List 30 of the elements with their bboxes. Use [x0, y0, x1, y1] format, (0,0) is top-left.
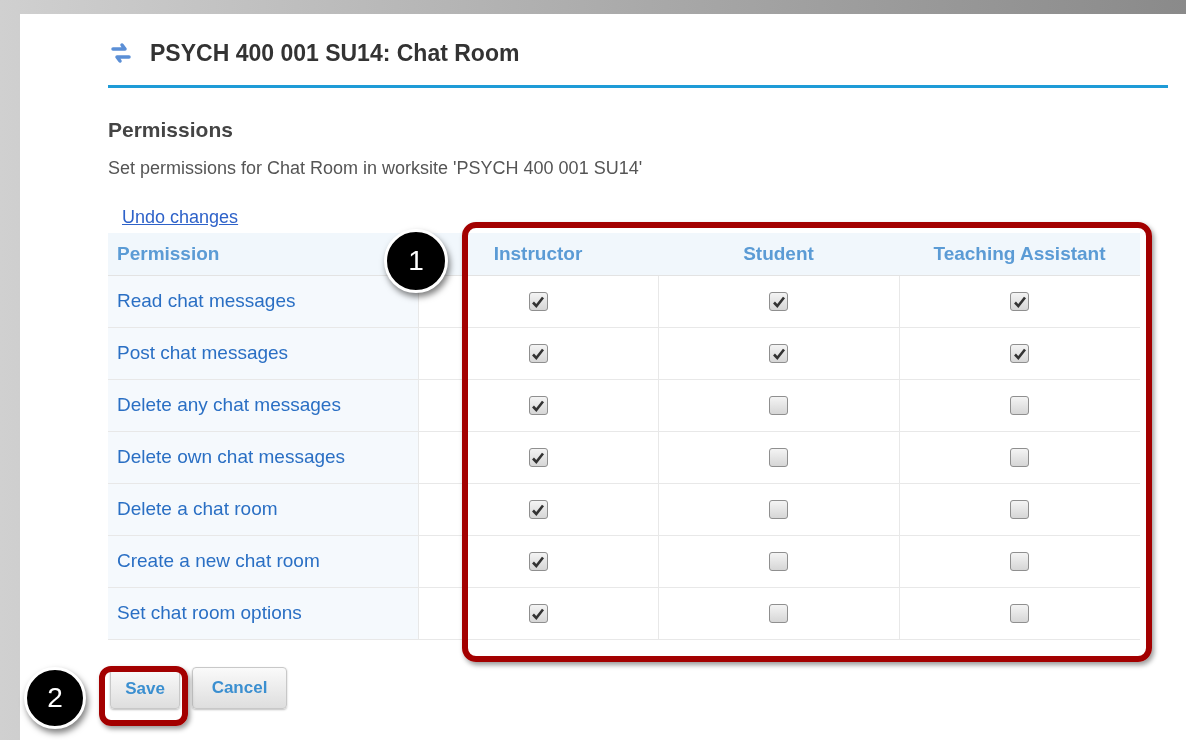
checkbox[interactable] — [528, 604, 548, 624]
checkbox[interactable] — [769, 448, 788, 468]
undo-changes-link[interactable]: Undo changes — [122, 204, 239, 231]
checkbox[interactable] — [528, 552, 548, 572]
checkbox[interactable] — [1010, 500, 1030, 520]
column-header: Instructor — [493, 242, 583, 264]
cancel-button[interactable]: Cancel — [192, 666, 287, 709]
checkbox[interactable] — [769, 344, 788, 364]
checkbox[interactable] — [769, 604, 788, 624]
checkbox[interactable] — [769, 292, 788, 312]
page-title: PSYCH 400 001 SU14: Chat Room — [150, 39, 520, 68]
checkbox[interactable] — [1010, 552, 1030, 572]
section-heading: Permissions — [108, 116, 234, 143]
section-description: Set permissions for Chat Room in worksite 'PSYCH 400 001 SU14' — [108, 157, 644, 180]
checkbox[interactable] — [528, 344, 548, 364]
checkbox[interactable] — [528, 500, 548, 520]
checkbox[interactable] — [1010, 448, 1030, 468]
column-header: Student — [743, 242, 814, 264]
checkbox[interactable] — [1010, 344, 1030, 364]
column-header: Teaching Assistant — [933, 242, 1106, 264]
checkbox[interactable] — [528, 396, 548, 416]
checkbox[interactable] — [1010, 604, 1030, 624]
checkbox[interactable] — [769, 396, 788, 416]
checkbox[interactable] — [1010, 292, 1030, 312]
checkbox[interactable] — [769, 500, 788, 520]
column-header: Permission — [117, 242, 220, 264]
checkbox[interactable] — [528, 292, 548, 312]
checkbox[interactable] — [1010, 396, 1030, 416]
checkbox[interactable] — [528, 448, 548, 468]
checkbox[interactable] — [769, 552, 788, 572]
